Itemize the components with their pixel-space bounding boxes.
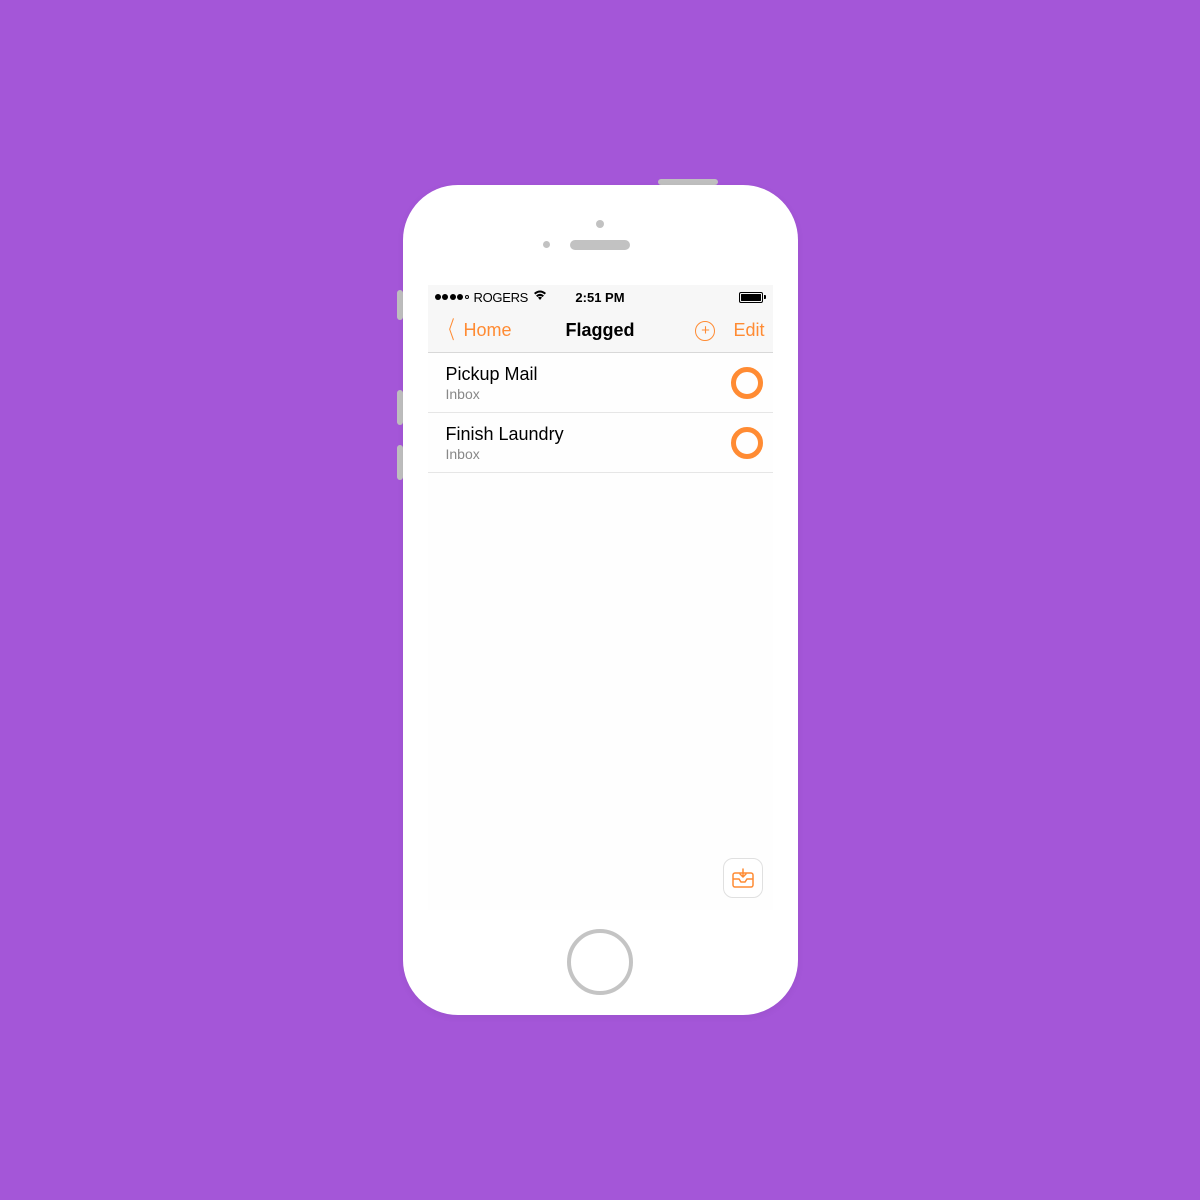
phone-bezel-top bbox=[403, 185, 798, 285]
task-row[interactable]: Pickup Mail Inbox bbox=[428, 353, 773, 413]
wifi-icon bbox=[533, 290, 547, 304]
task-row[interactable]: Finish Laundry Inbox bbox=[428, 413, 773, 473]
task-list-label: Inbox bbox=[446, 446, 731, 462]
add-button[interactable]: + bbox=[695, 321, 715, 341]
signal-strength-icon bbox=[435, 294, 469, 300]
clock: 2:51 PM bbox=[575, 290, 624, 305]
chevron-left-icon: 〈 bbox=[441, 319, 454, 343]
task-title: Pickup Mail bbox=[446, 364, 731, 385]
complete-toggle[interactable] bbox=[731, 367, 763, 399]
back-button[interactable]: 〈 Home bbox=[436, 319, 512, 343]
task-list: Pickup Mail Inbox Finish Laundry Inbox bbox=[428, 353, 773, 910]
proximity-sensor bbox=[543, 241, 550, 248]
plus-icon: + bbox=[701, 323, 710, 338]
phone-frame: ROGERS 2:51 PM 〈 Home Flagged bbox=[403, 185, 798, 1015]
earpiece-speaker bbox=[570, 240, 630, 250]
task-list-label: Inbox bbox=[446, 386, 731, 402]
complete-toggle[interactable] bbox=[731, 427, 763, 459]
navigation-bar: 〈 Home Flagged + Edit bbox=[428, 309, 773, 353]
status-bar: ROGERS 2:51 PM bbox=[428, 285, 773, 309]
edit-button[interactable]: Edit bbox=[733, 320, 764, 341]
back-label: Home bbox=[464, 320, 512, 341]
page-title: Flagged bbox=[565, 320, 634, 341]
task-title: Finish Laundry bbox=[446, 424, 731, 445]
volume-up-button bbox=[397, 390, 403, 425]
inbox-icon bbox=[731, 867, 755, 889]
mute-switch bbox=[397, 290, 403, 320]
volume-down-button bbox=[397, 445, 403, 480]
home-button[interactable] bbox=[567, 929, 633, 995]
battery-icon bbox=[739, 292, 766, 303]
inbox-button[interactable] bbox=[723, 858, 763, 898]
carrier-label: ROGERS bbox=[474, 290, 529, 305]
screen: ROGERS 2:51 PM 〈 Home Flagged bbox=[428, 285, 773, 910]
front-camera bbox=[596, 220, 604, 228]
